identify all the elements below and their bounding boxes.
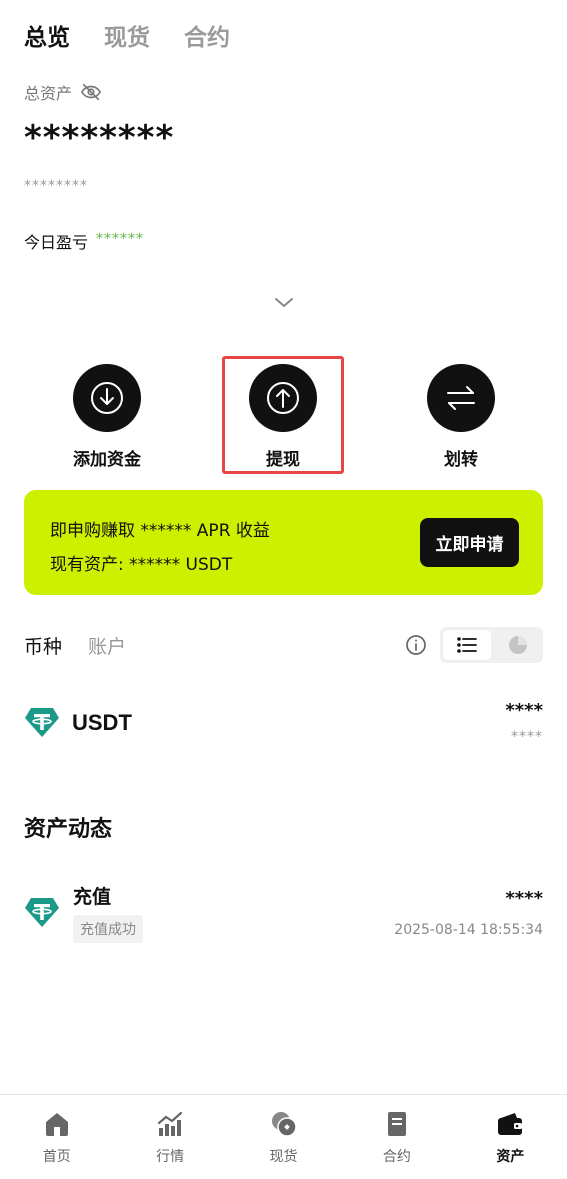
tab-currency[interactable]: 币种 [24, 632, 62, 659]
info-icon[interactable] [405, 634, 427, 656]
chevron-down-icon[interactable] [273, 294, 295, 308]
nav-label-market: 行情 [156, 1149, 185, 1165]
withdraw-button[interactable]: 提现 [223, 360, 343, 470]
asset-name: USDT [72, 710, 132, 735]
wallet-icon [496, 1110, 524, 1138]
asset-tabs: 币种 账户 [24, 632, 126, 659]
top-tabs: 总览 现货 合约 [24, 18, 230, 52]
nav-item-assets[interactable]: 资产 [454, 1095, 567, 1179]
promo-apr-text: 即申购赚取 ****** APR 收益 [50, 521, 270, 541]
add-funds-button[interactable]: 添加资金 [47, 360, 167, 470]
bottom-nav: 首页 行情 现货 合约 资产 [0, 1094, 567, 1179]
today-pnl-value: ****** [96, 231, 145, 247]
nav-label-assets: 资产 [496, 1149, 525, 1165]
total-assets-sub-value: ******** [24, 178, 88, 194]
withdraw-label: 提现 [266, 450, 300, 470]
today-pnl-label: 今日盈亏 [24, 233, 89, 252]
nav-item-spot[interactable]: 现货 [227, 1095, 340, 1179]
activity-title: 充值 [73, 886, 112, 908]
activity-amount: **** [505, 888, 543, 909]
usdt-coin-icon [24, 706, 60, 738]
asset-activity-title: 资产动态 [24, 817, 113, 842]
tab-account[interactable]: 账户 [88, 632, 126, 659]
pie-chart-view-icon[interactable] [495, 630, 540, 660]
tab-contract[interactable]: 合约 [184, 18, 230, 52]
home-icon [43, 1110, 71, 1138]
add-funds-label: 添加资金 [73, 450, 141, 470]
promo-holdings-text: 现有资产: ****** USDT [50, 555, 233, 575]
transfer-icon [427, 364, 495, 432]
asset-amount: **** [505, 700, 543, 721]
transfer-button[interactable]: 划转 [401, 360, 521, 470]
deposit-icon [73, 364, 141, 432]
view-toggle [440, 627, 543, 663]
today-pnl: 今日盈亏 ****** [24, 229, 144, 253]
nav-item-market[interactable]: 行情 [113, 1095, 226, 1179]
tab-overview[interactable]: 总览 [24, 18, 70, 52]
market-icon [156, 1110, 184, 1138]
contract-icon [383, 1110, 411, 1138]
list-view-icon[interactable] [443, 630, 491, 660]
total-assets-label: 总资产 [24, 84, 73, 103]
apply-now-button[interactable]: 立即申请 [420, 518, 519, 567]
withdraw-icon [249, 364, 317, 432]
eye-hidden-icon[interactable] [80, 81, 102, 103]
tab-spot[interactable]: 现货 [104, 18, 150, 52]
total-assets-value: ******** [24, 118, 175, 158]
nav-label-contract: 合约 [382, 1149, 411, 1165]
nav-label-spot: 现货 [269, 1149, 298, 1165]
nav-item-contract[interactable]: 合约 [340, 1095, 453, 1179]
action-buttons: 添加资金 提现 划转 [0, 360, 567, 470]
spot-icon [270, 1110, 298, 1138]
status-badge: 充值成功 [73, 915, 143, 943]
promo-banner: 即申购赚取 ****** APR 收益 现有资产: ****** USDT 立即… [24, 490, 543, 595]
asset-sub-amount: **** [511, 729, 543, 745]
total-assets-label-row: 总资产 [24, 80, 102, 104]
activity-timestamp: 2025-08-14 18:55:34 [394, 922, 543, 938]
activity-row-deposit[interactable]: 充值 充值成功 **** 2025-08-14 18:55:34 [24, 880, 543, 944]
asset-row-usdt[interactable]: USDT **** **** [24, 700, 543, 750]
nav-label-home: 首页 [42, 1149, 71, 1165]
nav-item-home[interactable]: 首页 [0, 1095, 113, 1179]
usdt-coin-icon [24, 896, 60, 928]
transfer-label: 划转 [444, 450, 478, 470]
